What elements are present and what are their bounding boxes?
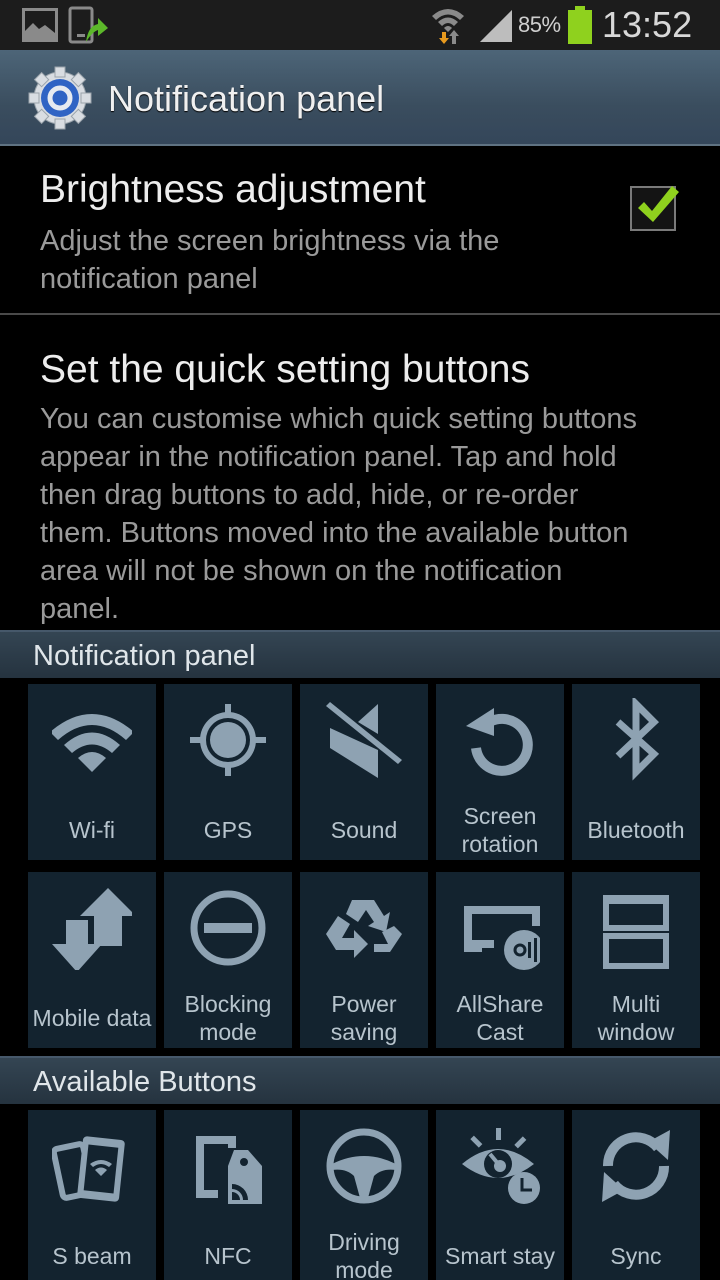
tile-label: Sound xyxy=(330,817,398,843)
tile-label: AllShare Cast xyxy=(456,991,544,1045)
blocking-mode-icon xyxy=(190,890,266,966)
signal-icon xyxy=(480,10,512,42)
clock: 13:52 xyxy=(602,4,693,45)
quick-setting-buttons-pref: Set the quick setting buttons You can cu… xyxy=(0,316,720,628)
power-saving-icon xyxy=(326,900,402,958)
settings-gear-icon[interactable] xyxy=(28,66,92,130)
quick-button-multi-window[interactable]: Multi window xyxy=(572,872,700,1048)
tile-label: Smart stay xyxy=(445,1243,555,1269)
gps-icon xyxy=(190,704,266,776)
tile-label: Bluetooth xyxy=(587,817,685,843)
pref-summary: Adjust the screen brightness via the not… xyxy=(40,225,500,295)
sound-mute-icon xyxy=(326,702,402,778)
allshare-cast-icon xyxy=(464,906,540,970)
mobile-data-icon xyxy=(52,888,132,970)
upload-icon xyxy=(68,6,108,44)
quick-button-mobile-data[interactable]: Mobile data xyxy=(28,872,156,1048)
nfc-icon xyxy=(196,1136,262,1204)
driving-mode-icon xyxy=(326,1128,402,1204)
multi-window-icon xyxy=(603,895,669,969)
available-button-sync[interactable]: Sync xyxy=(572,1110,700,1280)
tile-label: Sync xyxy=(610,1243,662,1269)
section-title: Notification panel xyxy=(33,640,256,672)
wifi-icon xyxy=(52,714,132,772)
tile-label: Blocking mode xyxy=(184,991,272,1045)
action-bar: Notification panel xyxy=(0,50,720,146)
wifi-icon xyxy=(432,9,464,44)
quick-button-bluetooth[interactable]: Bluetooth xyxy=(572,684,700,860)
gallery-icon xyxy=(22,8,58,42)
pref-title: Brightness adjustment xyxy=(40,168,426,211)
available-button-driving-mode[interactable]: Driving mode xyxy=(300,1110,428,1280)
available-button-nfc[interactable]: NFC xyxy=(164,1110,292,1280)
divider xyxy=(0,313,720,315)
tile-label: Wi-fi xyxy=(69,817,115,843)
quick-button-screen-rotation[interactable]: Screen rotation xyxy=(436,684,564,860)
available-button-smart-stay[interactable]: Smart stay xyxy=(436,1110,564,1280)
quick-button-wifi[interactable]: Wi-fi xyxy=(28,684,156,860)
tile-label: S beam xyxy=(52,1243,132,1269)
quick-button-allshare-cast[interactable]: AllShare Cast xyxy=(436,872,564,1048)
pref-summary: You can customise which quick setting bu… xyxy=(40,403,637,625)
tile-label: Power saving xyxy=(330,991,398,1045)
s-beam-icon xyxy=(52,1136,125,1202)
page-title: Notification panel xyxy=(108,78,385,119)
screen-rotation-icon xyxy=(466,708,533,776)
checkmark-icon xyxy=(638,186,679,222)
smart-stay-icon xyxy=(462,1128,540,1204)
brightness-adjustment-checkbox[interactable] xyxy=(630,186,679,231)
sync-icon xyxy=(602,1130,670,1202)
section-title: Available Buttons xyxy=(33,1066,257,1098)
notification-panel-section-header: Notification panel xyxy=(0,630,720,678)
tile-label: Driving mode xyxy=(328,1229,400,1280)
available-button-s-beam[interactable]: S beam xyxy=(28,1110,156,1280)
tile-label: NFC xyxy=(204,1243,252,1269)
tile-label: GPS xyxy=(203,817,253,843)
pref-title: Set the quick setting buttons xyxy=(40,348,530,391)
quick-button-power-saving[interactable]: Power saving xyxy=(300,872,428,1048)
available-buttons-section-header: Available Buttons xyxy=(0,1056,720,1104)
tile-label: Mobile data xyxy=(32,1005,152,1031)
status-bar: 85% 13:52 xyxy=(0,0,720,50)
bluetooth-icon xyxy=(615,698,660,781)
quick-button-blocking-mode[interactable]: Blocking mode xyxy=(164,872,292,1048)
brightness-adjustment-pref[interactable]: Brightness adjustment Adjust the screen … xyxy=(0,150,720,313)
battery-icon xyxy=(568,6,592,44)
battery-percent: 85% xyxy=(518,12,561,37)
quick-button-gps[interactable]: GPS xyxy=(164,684,292,860)
tile-label: Screen rotation xyxy=(461,803,539,857)
tile-label: Multi window xyxy=(597,991,675,1045)
quick-button-sound[interactable]: Sound xyxy=(300,684,428,860)
